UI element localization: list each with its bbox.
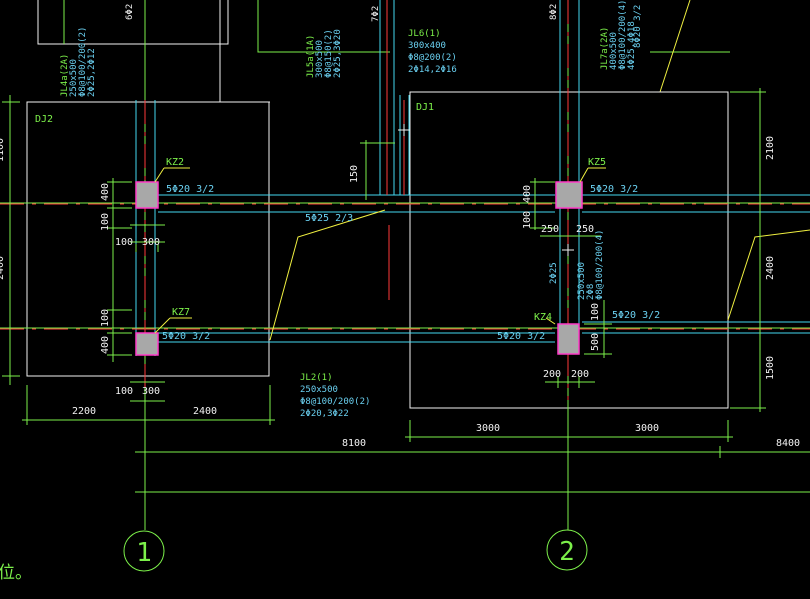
svg-text:400: 400 [100,183,111,201]
column-kz7-rebar: 5Φ20 3/2 [162,331,210,342]
svg-text:8100: 8100 [342,438,366,449]
column-kz5[interactable] [555,181,583,209]
svg-text:2Φ20,3Φ22: 2Φ20,3Φ22 [300,409,349,419]
column-kz4-name: KZ4 [534,312,552,323]
svg-text:250: 250 [576,224,594,235]
svg-text:Φ8@100/200(2): Φ8@100/200(2) [300,397,370,407]
svg-text:100: 100 [100,213,111,231]
column-kz7-name: KZ7 [172,307,190,318]
svg-text:400: 400 [100,336,111,354]
svg-text:JL2(1): JL2(1) [300,373,333,383]
svg-text:2Φ25,3Φ20: 2Φ25,3Φ20 [333,29,343,78]
note-text: 位。 [0,563,32,583]
svg-text:2400: 2400 [765,256,776,280]
svg-text:300: 300 [142,237,160,248]
svg-text:8400: 8400 [776,438,800,449]
svg-text:2400: 2400 [193,406,217,417]
top-cut-label-2: 7Φ2 [371,6,381,22]
vertical-dimension-texts: 2100 2400 1500 150 400 100 100 400 400 1… [0,136,776,380]
top-cut-label-1: 6Φ2 [125,4,135,20]
beam-jl2-annotation: JL2(1) 250x500 Φ8@100/200(2) 2Φ20,3Φ22 [300,373,370,419]
column-beam-annotation: 250x500 2Φ8 Φ8@100/200(4) [577,230,605,300]
column-kz4[interactable] [557,323,580,355]
svg-text:100: 100 [522,211,533,229]
svg-text:300: 300 [142,386,160,397]
column-kz2-rebar: 5Φ20 3/2 [166,184,214,195]
svg-text:3000: 3000 [476,423,500,434]
beam-jl6-annotation: JL6(1) 300x400 Φ8@200(2) 2Φ14,2Φ16 [408,29,457,75]
dimension-lines [2,88,810,498]
leader-lines [154,167,810,341]
svg-text:500: 500 [590,333,601,351]
column-kz2-name: KZ2 [166,157,184,168]
svg-text:100: 100 [115,237,133,248]
top-cut-label-3: 8Φ2 [549,4,559,20]
svg-text:2200: 2200 [72,406,96,417]
column-kz4-rebar-right: 5Φ20 3/2 [612,310,660,321]
rebar-lines [0,0,810,400]
svg-text:250: 250 [541,224,559,235]
svg-text:250x500: 250x500 [300,385,338,395]
beam-jl7a-annotation: JL7a(2A) 400x500 Φ8@100/200(4) 4Φ25,4Φ18 [600,0,637,70]
svg-text:100: 100 [590,303,601,321]
svg-text:150: 150 [349,165,360,183]
svg-text:200: 200 [571,369,589,380]
foundation-dj2-label: DJ2 [35,114,53,125]
beam-jl5a-annotation: JL5a(1A) 300x500 Φ8@150(2) 2Φ25,3Φ20 [306,29,343,78]
column-kz5-rebar: 5Φ20 3/2 [590,184,638,195]
top-cut-label-4: 8Φ20 3/2 [633,5,643,48]
axis-label-2: 2 [559,537,575,567]
svg-text:3000: 3000 [635,423,659,434]
beam-jl4a-annotation: JL4a(2A) 250x500 Φ8@100/200(2) 2Φ25,2Φ12 [60,27,97,97]
column-kz2[interactable] [135,181,159,209]
svg-text:Φ8@100/200(4): Φ8@100/200(4) [595,230,605,300]
svg-text:100: 100 [100,309,111,327]
svg-text:200: 200 [543,369,561,380]
svg-text:JL6(1): JL6(1) [408,29,441,39]
axis-label-1: 1 [136,538,152,568]
svg-text:1100: 1100 [0,138,6,162]
column-kz4-rebar: 5Φ20 3/2 [497,331,545,342]
column-kz7[interactable] [135,332,159,356]
svg-text:2Φ25,2Φ12: 2Φ25,2Φ12 [87,48,97,97]
column-beam-bar: 2Φ25 [549,262,559,284]
beam-mid-rebar: 5Φ25 2/3 [305,213,353,224]
column-kz5-name: KZ5 [588,157,606,168]
svg-text:100: 100 [115,386,133,397]
svg-text:1500: 1500 [765,356,776,380]
svg-text:2Φ14,2Φ16: 2Φ14,2Φ16 [408,65,457,75]
cad-drawing-canvas: 1 2 DJ2 DJ1 KZ2 KZ5 KZ7 KZ4 5Φ20 3/2 5Φ2… [0,0,810,583]
svg-text:300x400: 300x400 [408,41,446,51]
svg-text:400: 400 [522,185,533,203]
foundation-dj1-label: DJ1 [416,102,434,113]
svg-text:2100: 2100 [765,136,776,160]
svg-text:2400: 2400 [0,256,6,280]
svg-text:Φ8@200(2): Φ8@200(2) [408,53,457,63]
beam-edges [135,0,810,356]
